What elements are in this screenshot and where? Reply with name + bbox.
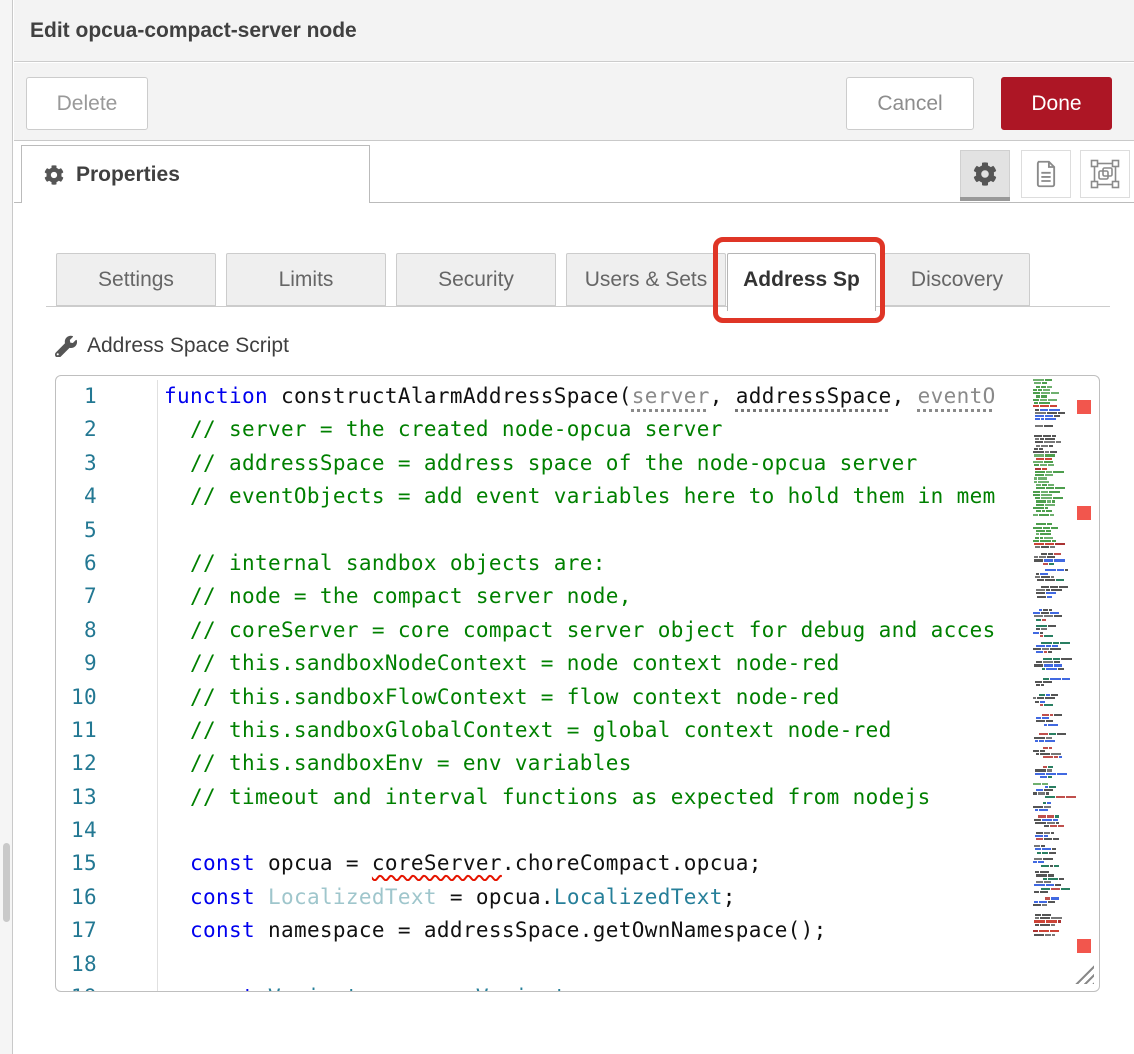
node-sub-tabs: SettingsLimitsSecurityUsers & SetsAddres…: [14, 203, 1134, 333]
editor-tab-row: Properties: [14, 141, 1134, 203]
code-line: 17 const namespace = addressSpace.getOwn…: [56, 914, 1011, 947]
dialog-button-row: Delete Cancel Done: [14, 63, 1134, 141]
edit-node-dialog: Edit opcua-compact-server node Delete Ca…: [14, 0, 1134, 1054]
gear-icon: [44, 165, 64, 185]
section-label: Address Space Script: [87, 334, 289, 358]
code-line: 4 // eventObjects = add event variables …: [56, 480, 1011, 513]
description-icon: [1033, 160, 1059, 188]
tab-settings[interactable]: Settings: [56, 253, 216, 306]
code-line: 10 // this.sandboxFlowContext = flow con…: [56, 681, 1011, 714]
code-line: 16 const LocalizedText = opcua.Localized…: [56, 881, 1011, 914]
section-header: Address Space Script: [55, 334, 289, 358]
code-line: 6 // internal sandbox objects are:: [56, 547, 1011, 580]
page-scrollbar-thumb[interactable]: [3, 843, 10, 922]
appearance-icon: [1090, 159, 1120, 189]
error-marker: [1077, 939, 1091, 953]
tab-discovery[interactable]: Discovery: [884, 253, 1030, 306]
properties-view-button[interactable]: [960, 150, 1010, 198]
code-line: 19 const Variant = opcua.Variant;: [56, 981, 1011, 992]
wrench-icon: [55, 335, 77, 357]
description-view-button[interactable]: [1021, 150, 1071, 198]
code-line: 11 // this.sandboxGlobalContext = global…: [56, 714, 1011, 747]
tab-properties[interactable]: Properties: [21, 145, 370, 203]
tab-security[interactable]: Security: [396, 253, 556, 306]
delete-button[interactable]: Delete: [26, 77, 148, 130]
tab-users-sets[interactable]: Users & Sets: [566, 253, 726, 306]
gear-icon: [973, 162, 997, 186]
code-line: 5: [56, 514, 1011, 547]
code-line: 18: [56, 948, 1011, 981]
tab-properties-label: Properties: [76, 163, 180, 187]
code-line: 15 const opcua = coreServer.choreCompact…: [56, 847, 1011, 880]
tab-address-sp[interactable]: Address Sp: [727, 253, 876, 311]
code-lines: 1function constructAlarmAddressSpace(ser…: [56, 380, 1011, 992]
error-marker: [1077, 506, 1091, 520]
resize-grip[interactable]: [1072, 962, 1094, 984]
code-line: 13 // timeout and interval functions as …: [56, 781, 1011, 814]
page-scrollbar[interactable]: [0, 0, 13, 1054]
code-line: 1function constructAlarmAddressSpace(ser…: [56, 380, 1011, 413]
sub-tabs-divider: [46, 306, 1110, 307]
code-editor[interactable]: 1function constructAlarmAddressSpace(ser…: [55, 375, 1100, 992]
code-line: 3 // addressSpace = address space of the…: [56, 447, 1011, 480]
cancel-button[interactable]: Cancel: [846, 77, 974, 130]
minimap[interactable]: [1033, 379, 1066, 950]
code-line: 14: [56, 814, 1011, 847]
error-marker: [1077, 400, 1091, 414]
dialog-header: Edit opcua-compact-server node: [14, 0, 1134, 62]
code-line: 7 // node = the compact server node,: [56, 580, 1011, 613]
dialog-title: Edit opcua-compact-server node: [30, 0, 357, 62]
code-line: 8 // coreServer = core compact server ob…: [56, 614, 1011, 647]
node-red-edit-dialog: Edit opcua-compact-server node Delete Ca…: [0, 0, 1134, 1054]
code-line: 2 // server = the created node-opcua ser…: [56, 413, 1011, 446]
done-button[interactable]: Done: [1001, 77, 1112, 130]
appearance-view-button[interactable]: [1080, 150, 1130, 198]
code-line: 12 // this.sandboxEnv = env variables: [56, 747, 1011, 780]
tab-limits[interactable]: Limits: [226, 253, 386, 306]
code-line: 9 // this.sandboxNodeContext = node cont…: [56, 647, 1011, 680]
